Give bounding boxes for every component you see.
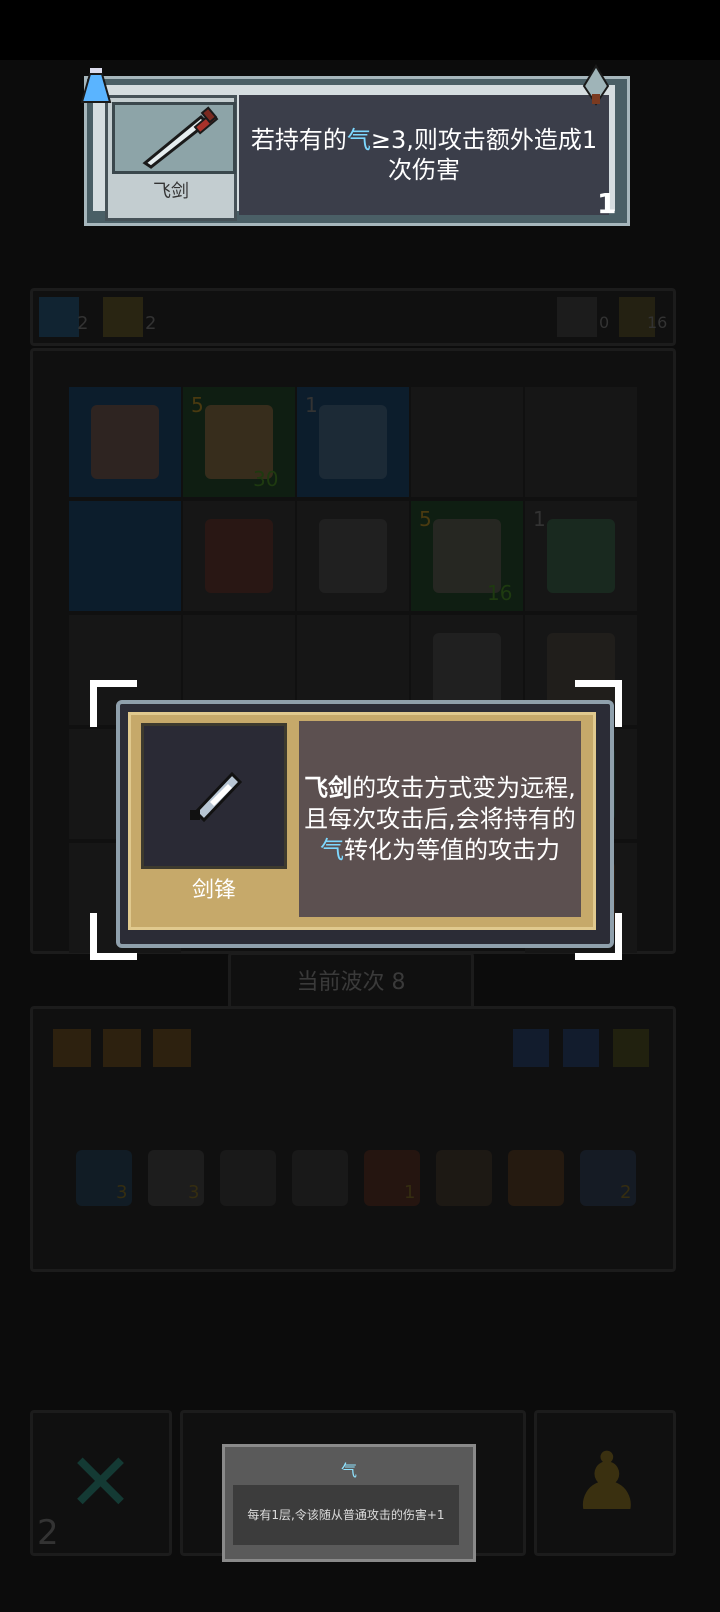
desc-text: 若持有的 bbox=[250, 126, 347, 154]
grid-cell[interactable] bbox=[69, 387, 181, 497]
gem-icon bbox=[39, 297, 79, 337]
qi-keyword: 气 bbox=[346, 126, 371, 154]
refresh-count: 0 bbox=[599, 313, 610, 332]
trait-icon bbox=[153, 1029, 191, 1067]
inventory-item[interactable]: 1 bbox=[364, 1150, 420, 1206]
unit-stat: 16 bbox=[487, 581, 513, 605]
inventory-item[interactable]: 3 bbox=[148, 1150, 204, 1206]
level-count: 16 bbox=[647, 313, 668, 332]
grid-cell[interactable]: 5 30 bbox=[183, 387, 295, 497]
grid-cell[interactable]: 1 bbox=[525, 501, 637, 611]
pawn-icon: ♟ bbox=[571, 1435, 643, 1528]
grid-cell[interactable] bbox=[183, 501, 295, 611]
skill-description: 飞剑的攻击方式变为远程,且每次攻击后,会将持有的气转化为等值的攻击力 bbox=[299, 721, 581, 917]
item-tooltip-card: 飞剑 若持有的气≥3,则攻击额外造成1次伤害 1 bbox=[84, 76, 630, 226]
qi-tooltip-body: 每有1层,令该随从普通攻击的伤害+1 bbox=[233, 1485, 459, 1545]
coin-count: 2 bbox=[145, 313, 157, 334]
item-count: 2 bbox=[620, 1182, 632, 1203]
grid-cell[interactable] bbox=[69, 501, 181, 611]
filter-icon[interactable] bbox=[613, 1029, 649, 1067]
sword-edge-icon bbox=[190, 771, 243, 823]
filter-icon[interactable] bbox=[563, 1029, 599, 1067]
item-count: 3 bbox=[188, 1182, 200, 1203]
coin-icon bbox=[103, 297, 143, 337]
unit-star-badge: 5 bbox=[191, 393, 204, 417]
inventory-item[interactable] bbox=[220, 1150, 276, 1206]
refresh-icon[interactable] bbox=[557, 297, 597, 337]
grid-cell[interactable]: 1 bbox=[297, 387, 409, 497]
unit-stat: 30 bbox=[253, 467, 279, 491]
potion-icon bbox=[78, 66, 114, 106]
wave-label: 当前波次 8 bbox=[296, 970, 406, 995]
item-icon-background bbox=[112, 102, 236, 174]
grid-cell[interactable] bbox=[525, 387, 637, 497]
qi-keyword: 气 bbox=[320, 835, 344, 864]
item-count: 3 bbox=[116, 1182, 128, 1203]
unit-sprite bbox=[547, 519, 615, 593]
filter-icon[interactable] bbox=[513, 1029, 549, 1067]
unit-star-badge: 1 bbox=[533, 507, 546, 531]
qi-tooltip: 气 每有1层,令该随从普通攻击的伤害+1 bbox=[222, 1444, 476, 1562]
close-icon: ✕ bbox=[67, 1436, 135, 1529]
flame-icon bbox=[578, 64, 614, 108]
skill-desc-prefix: 飞剑 bbox=[304, 773, 353, 802]
item-description: 若持有的气≥3,则攻击额外造成1次伤害 bbox=[239, 95, 609, 215]
item-count: 1 bbox=[597, 187, 617, 220]
inventory-item[interactable] bbox=[292, 1150, 348, 1206]
inventory-panel bbox=[30, 1006, 676, 1272]
flying-sword-icon bbox=[142, 106, 219, 169]
unit-sprite bbox=[319, 405, 387, 479]
inventory-item[interactable]: 3 bbox=[76, 1150, 132, 1206]
grid-cell[interactable] bbox=[297, 501, 409, 611]
item-count: 1 bbox=[404, 1182, 416, 1203]
unit-sprite bbox=[91, 405, 159, 479]
grid-cell[interactable] bbox=[411, 387, 523, 497]
sell-count: 2 bbox=[37, 1513, 59, 1553]
qi-tooltip-title: 气 bbox=[340, 1461, 357, 1480]
item-name: 飞剑 bbox=[153, 181, 189, 202]
skill-card-gold-panel: 剑锋 飞剑的攻击方式变为远程,且每次攻击后,会将持有的气转化为等值的攻击力 bbox=[128, 712, 596, 930]
resource-bar: 2 2 0 16 bbox=[30, 288, 676, 346]
skill-icon-window bbox=[141, 723, 287, 869]
skill-name: 剑锋 bbox=[191, 878, 236, 903]
item-icon-box: 飞剑 bbox=[105, 95, 237, 221]
inventory-item[interactable] bbox=[508, 1150, 564, 1206]
desc-text: ≥3,则攻击额外造成1次伤害 bbox=[370, 126, 598, 184]
trait-icon bbox=[103, 1029, 141, 1067]
skill-desc-text: 转化为等值的攻击力 bbox=[344, 835, 560, 864]
sell-button[interactable]: ✕ 2 bbox=[30, 1410, 172, 1556]
unit-star-badge: 5 bbox=[419, 507, 432, 531]
unit-sprite bbox=[205, 519, 273, 593]
grid-cell[interactable]: 5 16 bbox=[411, 501, 523, 611]
gem-count: 2 bbox=[77, 313, 89, 334]
skill-card[interactable]: 剑锋 飞剑的攻击方式变为远程,且每次攻击后,会将持有的气转化为等值的攻击力 bbox=[116, 700, 614, 948]
inventory-item[interactable] bbox=[436, 1150, 492, 1206]
unit-star-badge: 1 bbox=[305, 393, 318, 417]
wave-tab: 当前波次 8 bbox=[228, 952, 474, 1014]
pawn-button[interactable]: ♟ bbox=[534, 1410, 676, 1556]
trait-icon bbox=[53, 1029, 91, 1067]
unit-sprite bbox=[319, 519, 387, 593]
inventory-item[interactable]: 2 bbox=[580, 1150, 636, 1206]
